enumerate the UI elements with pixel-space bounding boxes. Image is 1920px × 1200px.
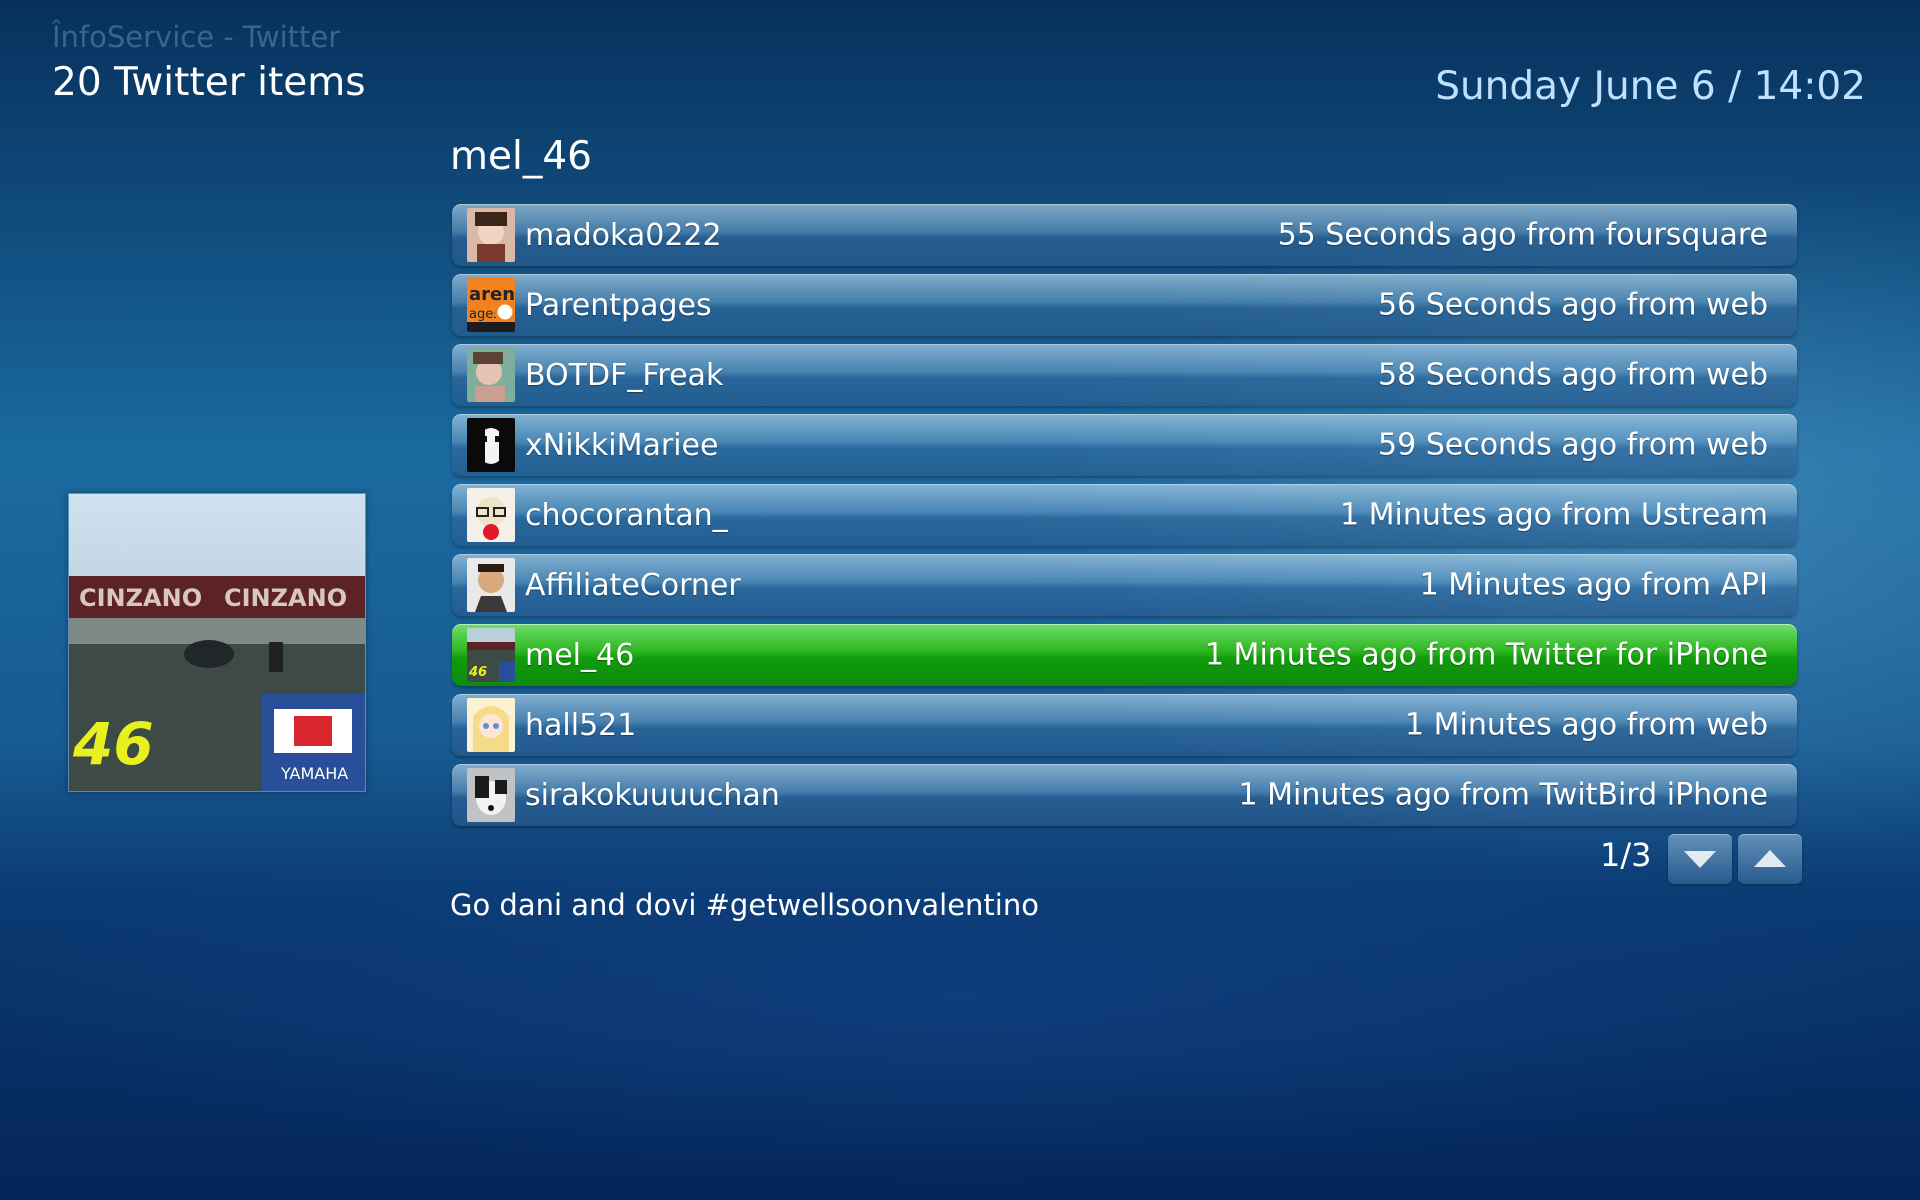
list-item[interactable]: chocorantan_ 1 Minutes ago from Ustream [452,484,1797,546]
list-item-meta: 1 Minutes ago from API [1419,567,1768,603]
avatar [467,768,515,822]
chevron-up-icon [1754,850,1786,867]
svg-text:46: 46 [468,665,487,680]
list-item-selected[interactable]: 46 mel_46 1 Minutes ago from Twitter for… [452,624,1797,686]
list-item-username: xNikkiMariee [525,427,719,463]
list-item-meta: 1 Minutes ago from Ustream [1339,497,1768,533]
selected-tweet-thumbnail: CINZANO CINZANO 46 YAMAHA [68,493,366,792]
list-item[interactable]: madoka0222 55 Seconds ago from foursquar… [452,204,1797,266]
list-item[interactable]: aren ages Parentpages 56 Seconds ago from… [452,274,1797,336]
list-item-meta: 55 Seconds ago from foursquare [1277,217,1768,253]
list-item-meta: 1 Minutes ago from web [1405,707,1768,743]
page-down-button[interactable] [1668,834,1732,884]
avatar [467,348,515,402]
list-item-username: madoka0222 [525,217,722,253]
date-time: Sunday June 6 / 14:02 [1435,64,1866,109]
item-count-title: 20 Twitter items [52,60,366,105]
avatar [467,698,515,752]
list-item-meta: 59 Seconds ago from web [1378,427,1768,463]
list-item-meta: 58 Seconds ago from web [1378,357,1768,393]
avatar [467,208,515,262]
list-item-meta: 1 Minutes ago from Twitter for iPhone [1204,637,1768,673]
svg-text:CINZANO: CINZANO [79,584,202,612]
list-item[interactable]: AffiliateCorner 1 Minutes ago from API [452,554,1797,616]
selected-username: mel_46 [450,134,592,179]
page-indicator: 1/3 [1600,836,1652,874]
list-item-username: sirakokuuuuchan [525,777,780,813]
list-item[interactable]: hall521 1 Minutes ago from web [452,694,1797,756]
tweet-text: Go dani and dovi #getwellsoonvalentino [450,888,1039,922]
svg-text:CINZANO: CINZANO [224,584,347,612]
list-item-meta: 56 Seconds ago from web [1378,287,1768,323]
motorcycle-track-photo-icon: CINZANO CINZANO 46 YAMAHA [69,494,365,791]
avatar [467,488,515,542]
list-item[interactable]: xNikkiMariee 59 Seconds ago from web [452,414,1797,476]
list-item-username: chocorantan_ [525,497,728,533]
tweet-list: madoka0222 55 Seconds ago from foursquar… [452,204,1797,834]
avatar: aren ages [467,278,515,332]
list-item-meta: 1 Minutes ago from TwitBird iPhone [1238,777,1768,813]
svg-text:46: 46 [72,710,154,778]
avatar [467,558,515,612]
list-item-username: mel_46 [525,637,635,673]
avatar: 46 [467,628,515,682]
svg-text:YAMAHA: YAMAHA [280,764,348,783]
app-title: ÎnfoService - Twitter [52,20,341,54]
page-up-button[interactable] [1738,834,1802,884]
chevron-down-icon [1684,851,1716,868]
list-item-username: hall521 [525,707,637,743]
svg-text:aren: aren [469,284,515,305]
list-item[interactable]: BOTDF_Freak 58 Seconds ago from web [452,344,1797,406]
list-item-username: BOTDF_Freak [525,357,724,393]
list-item-username: AffiliateCorner [525,567,741,603]
list-item[interactable]: sirakokuuuuchan 1 Minutes ago from TwitB… [452,764,1797,826]
list-item-username: Parentpages [525,287,712,323]
avatar [467,418,515,472]
